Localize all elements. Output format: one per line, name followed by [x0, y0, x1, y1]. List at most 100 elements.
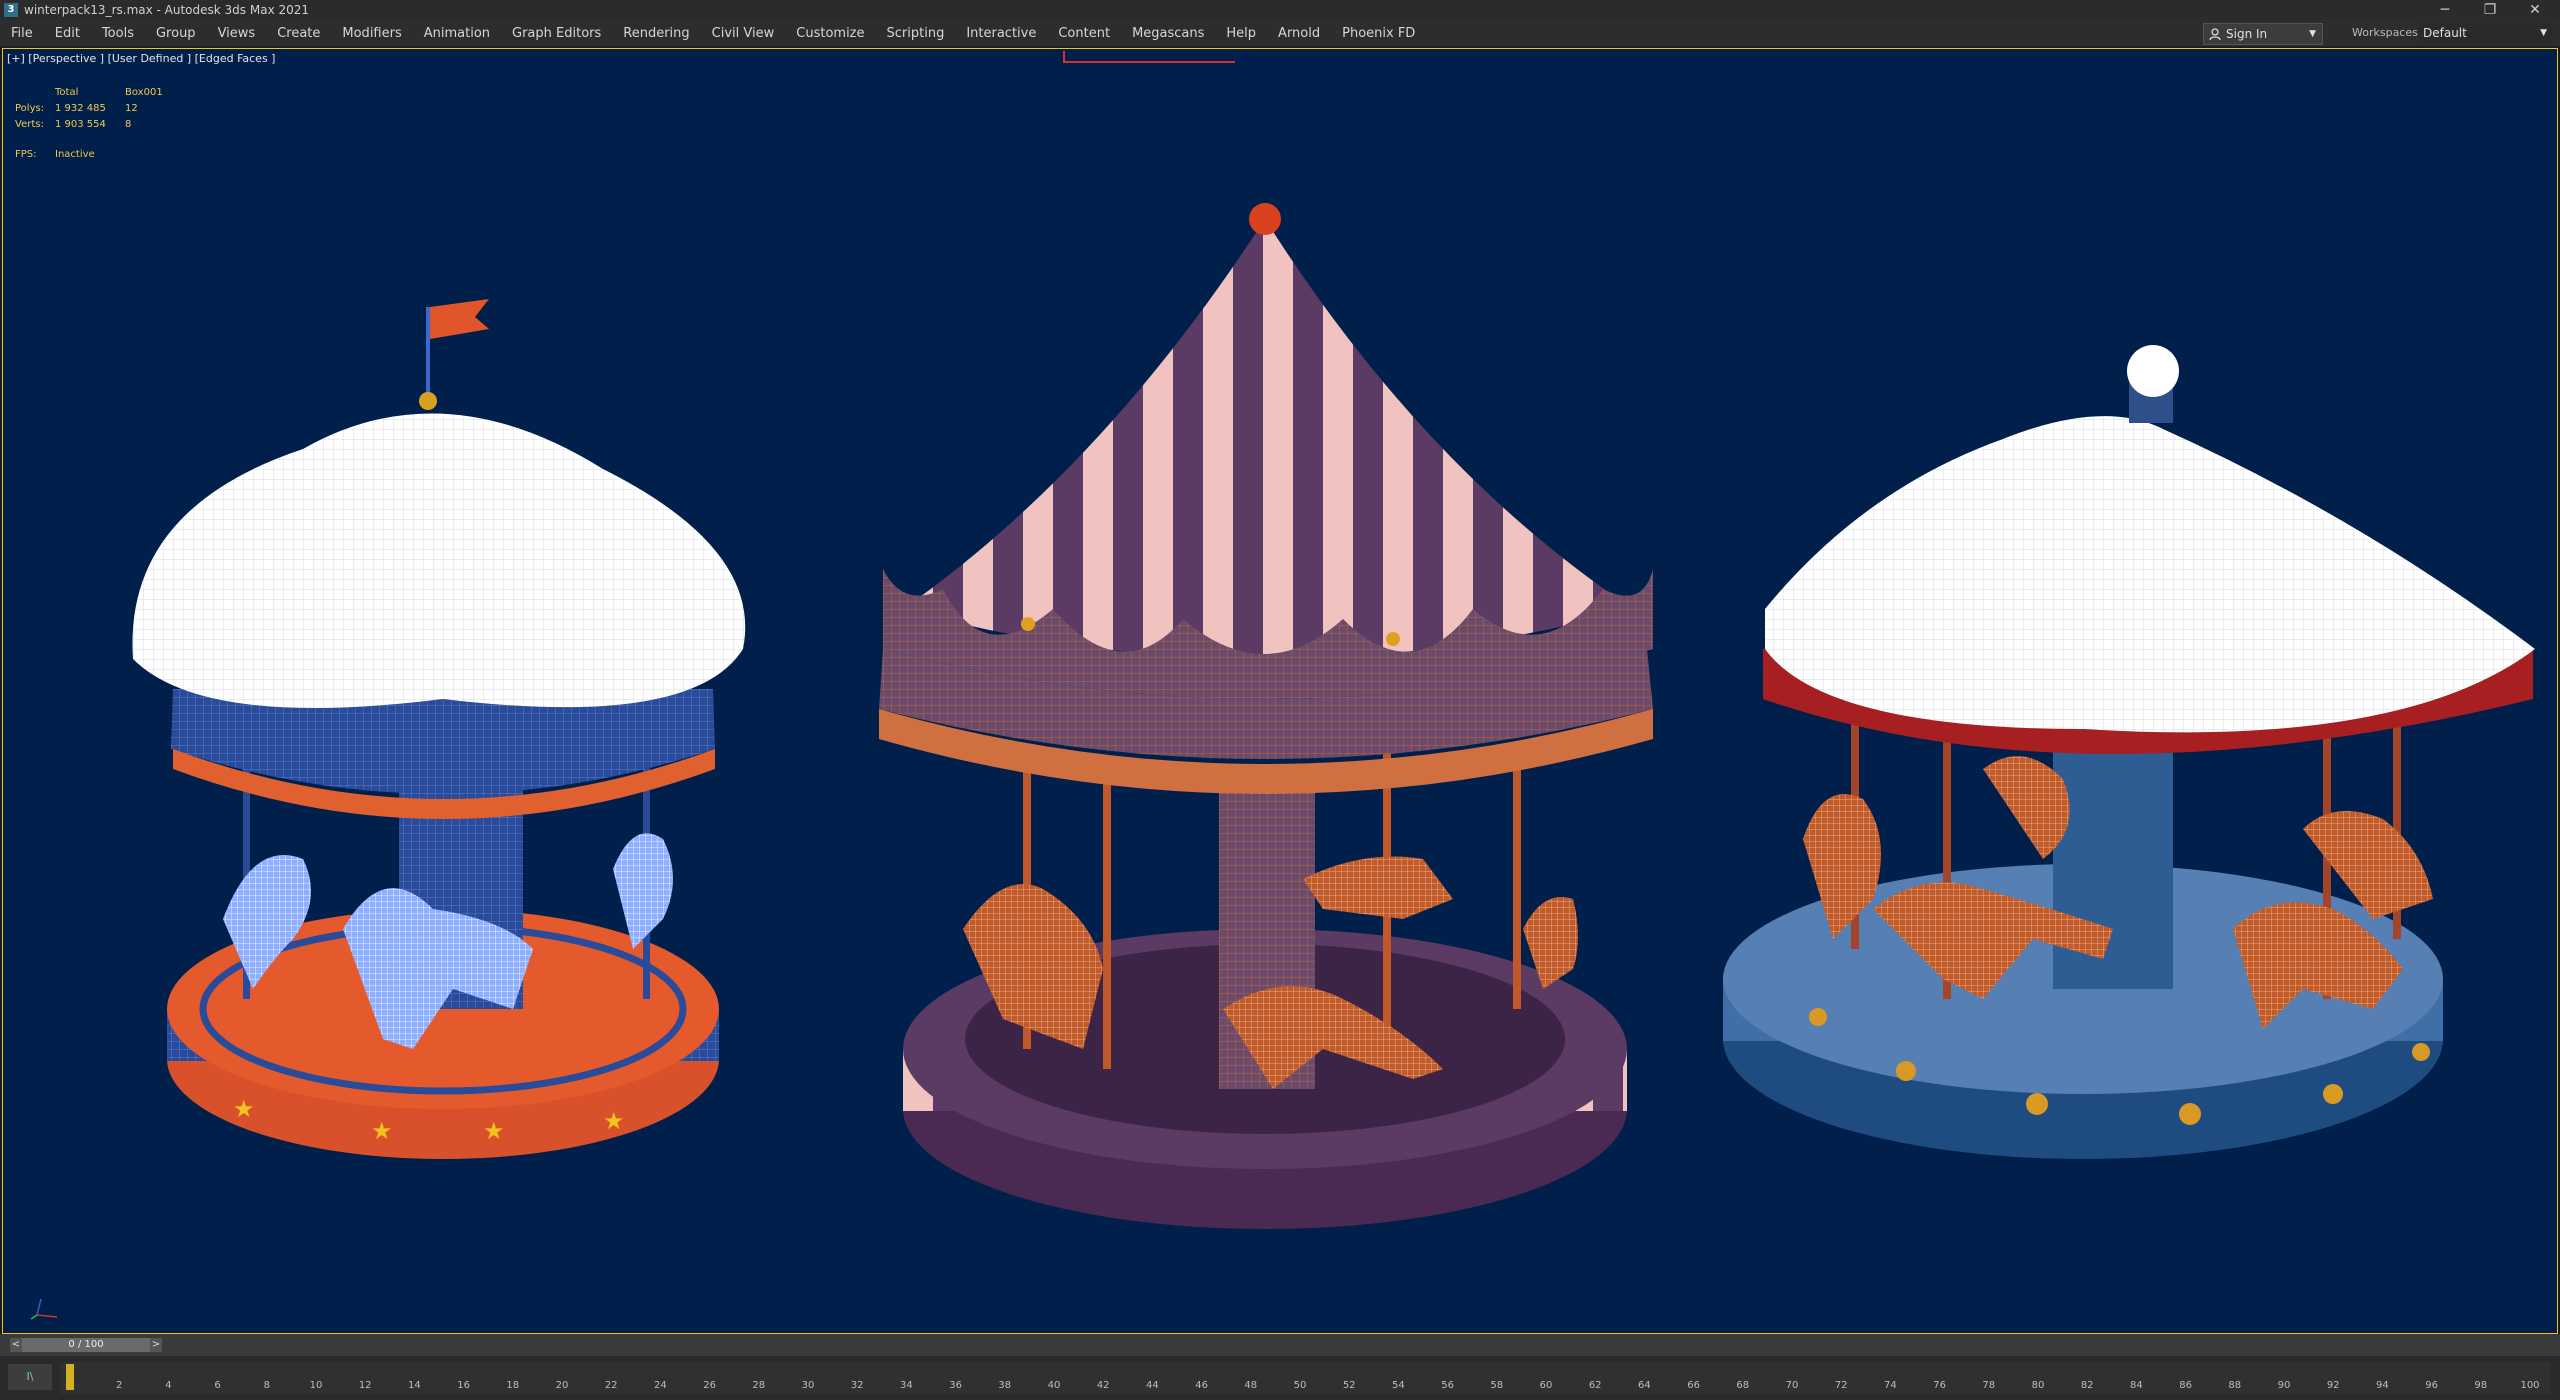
timeline-tick-label: 42 [1096, 1380, 1110, 1391]
stats-overlay: Total Box001 Polys: 1 932 485 12 Verts: … [15, 85, 185, 133]
stats-header-row: Total Box001 [15, 85, 185, 101]
svg-text:★: ★ [483, 1117, 505, 1145]
timeline-tick-label: 30 [801, 1380, 815, 1391]
timeline-tick-label: 68 [1736, 1380, 1750, 1391]
carousel-circus-purple[interactable] [879, 203, 1653, 1229]
polys-selected: 12 [125, 103, 138, 114]
verts-total: 1 903 554 [55, 119, 106, 130]
restore-button[interactable]: ❐ [2470, 0, 2510, 20]
time-prev-button[interactable]: < [10, 1338, 22, 1352]
timeline-tick-label: 52 [1342, 1380, 1356, 1391]
svg-text:★: ★ [233, 1095, 255, 1123]
polys-label: Polys: [15, 103, 45, 114]
perspective-viewport[interactable]: ★ ★ ★ ★ [+] [Perspective] [User Defined… [2, 48, 2558, 1334]
menu-scripting[interactable]: Scripting [876, 26, 956, 41]
menu-interactive[interactable]: Interactive [955, 26, 1047, 41]
menu-animation[interactable]: Animation [413, 26, 501, 41]
timeline-tick-label: 2 [116, 1380, 123, 1391]
minimize-button[interactable]: ─ [2425, 0, 2465, 20]
timeline-tick-label: 28 [752, 1380, 766, 1391]
timeline-tick-label: 100 [2520, 1380, 2540, 1391]
timeline-tick-label: 4 [165, 1380, 172, 1391]
timeline-tick-label: 48 [1244, 1380, 1258, 1391]
menu-help[interactable]: Help [1215, 26, 1267, 41]
timeline-tick-label: 58 [1490, 1380, 1504, 1391]
svg-text:★: ★ [371, 1117, 393, 1145]
timeline-tick-label: 26 [703, 1380, 716, 1391]
timeline-tick-label: 76 [1933, 1380, 1946, 1391]
menu-content[interactable]: Content [1047, 26, 1121, 41]
menu-file[interactable]: File [0, 26, 44, 41]
timeline-ticks: 2 4 6 8 10 12 14 16 18 20 22 24 26 28 30 32 34 36 38 40 42 44… [60, 1362, 2550, 1394]
menu-civil-view[interactable]: Civil View [701, 26, 786, 41]
timeline-tick-label: 72 [1834, 1380, 1848, 1391]
timeline-tick-label: 86 [2179, 1380, 2192, 1391]
menu-modifiers[interactable]: Modifiers [331, 26, 412, 41]
timeline-tick-label: 6 [214, 1380, 221, 1391]
timeline-tick-label: 44 [1146, 1380, 1159, 1391]
timeline-tick-label: 46 [1195, 1380, 1208, 1391]
timeline-tick-label: 62 [1588, 1380, 1602, 1391]
workspace-select[interactable]: Default ▼ [2419, 23, 2553, 43]
app-icon: 3 [4, 3, 18, 17]
menu-rendering[interactable]: Rendering [612, 26, 700, 41]
timeline-tick-label: 10 [309, 1380, 323, 1391]
user-icon [2209, 28, 2221, 41]
viewport-label[interactable]: [+] [Perspective ] [User Defined ] [Edge… [7, 52, 275, 65]
timeline-tick-label: 90 [2277, 1380, 2291, 1391]
stats-header-label [15, 85, 55, 101]
timeline-tick-label: 60 [1539, 1380, 1553, 1391]
timeline-tick-label: 94 [2376, 1380, 2389, 1391]
menu-edit[interactable]: Edit [44, 26, 91, 41]
carousel-snow-red[interactable] [1723, 345, 2535, 1159]
menu-phoenix-fd[interactable]: Phoenix FD [1331, 26, 1426, 41]
timeline-tick-label: 92 [2326, 1380, 2340, 1391]
timeline-tick-label: 96 [2425, 1380, 2438, 1391]
time-slider-bar: < 0 / 100 > [0, 1334, 2560, 1356]
sign-in-label: Sign In [2226, 27, 2268, 41]
timeline-tick-label: 8 [263, 1380, 270, 1391]
close-button[interactable]: ✕ [2515, 0, 2555, 20]
fps-label: FPS: [15, 149, 37, 160]
menu-create[interactable]: Create [266, 26, 331, 41]
timeline-tick-label: 22 [604, 1380, 618, 1391]
fps-readout: FPS: Inactive [15, 149, 95, 160]
chevron-down-icon: ▼ [2309, 29, 2316, 39]
title-bar: 3 winterpack13_rs.max - Autodesk 3ds Max… [0, 0, 2560, 20]
scene-render[interactable]: ★ ★ ★ ★ [3, 49, 2557, 1333]
timeline-tick-label: 50 [1293, 1380, 1307, 1391]
menu-bar: File Edit Tools Group Views Create Modif… [0, 20, 2560, 47]
timeline-tick-label: 40 [1047, 1380, 1061, 1391]
track-bar: I\ 2 4 6 8 10 12 14 16 18 20 22 24 26 28 30 32 34 36 38 40 4… [0, 1356, 2560, 1400]
carousel-snow-blue[interactable]: ★ ★ ★ ★ [132, 299, 746, 1159]
time-next-button[interactable]: > [150, 1338, 162, 1352]
window-title: winterpack13_rs.max - Autodesk 3ds Max 2… [24, 3, 310, 17]
key-filter-button[interactable]: I\ [8, 1364, 52, 1390]
svg-text:★: ★ [603, 1107, 625, 1135]
stats-verts-row: Verts: 1 903 554 8 [15, 117, 185, 133]
sign-in-button[interactable]: Sign In ▼ [2203, 23, 2323, 45]
menu-arnold[interactable]: Arnold [1267, 26, 1331, 41]
timeline-tick-label: 56 [1441, 1380, 1454, 1391]
stats-polys-row: Polys: 1 932 485 12 [15, 101, 185, 117]
safe-frame-marker [1063, 51, 1235, 63]
fps-value: Inactive [55, 149, 95, 160]
timeline-tick-label: 64 [1638, 1380, 1651, 1391]
timeline-tick-label: 82 [2080, 1380, 2094, 1391]
timeline-tick-label: 18 [506, 1380, 520, 1391]
menu-group[interactable]: Group [145, 26, 207, 41]
timeline-tick-label: 84 [2130, 1380, 2143, 1391]
chevron-down-icon: ▼ [2540, 28, 2547, 38]
polys-total: 1 932 485 [55, 103, 106, 114]
menu-customize[interactable]: Customize [785, 26, 875, 41]
menu-megascans[interactable]: Megascans [1121, 26, 1215, 41]
menu-views[interactable]: Views [207, 26, 267, 41]
stats-total-header: Total [55, 87, 79, 98]
time-slider[interactable]: 0 / 100 [22, 1338, 150, 1352]
timeline-tick-label: 80 [2031, 1380, 2045, 1391]
timeline-track[interactable]: 2 4 6 8 10 12 14 16 18 20 22 24 26 28 30 32 34 36 38 40 42 44… [60, 1362, 2550, 1394]
timeline-tick-label: 32 [850, 1380, 864, 1391]
menu-tools[interactable]: Tools [91, 26, 145, 41]
menu-graph-editors[interactable]: Graph Editors [501, 26, 612, 41]
verts-selected: 8 [125, 119, 132, 130]
